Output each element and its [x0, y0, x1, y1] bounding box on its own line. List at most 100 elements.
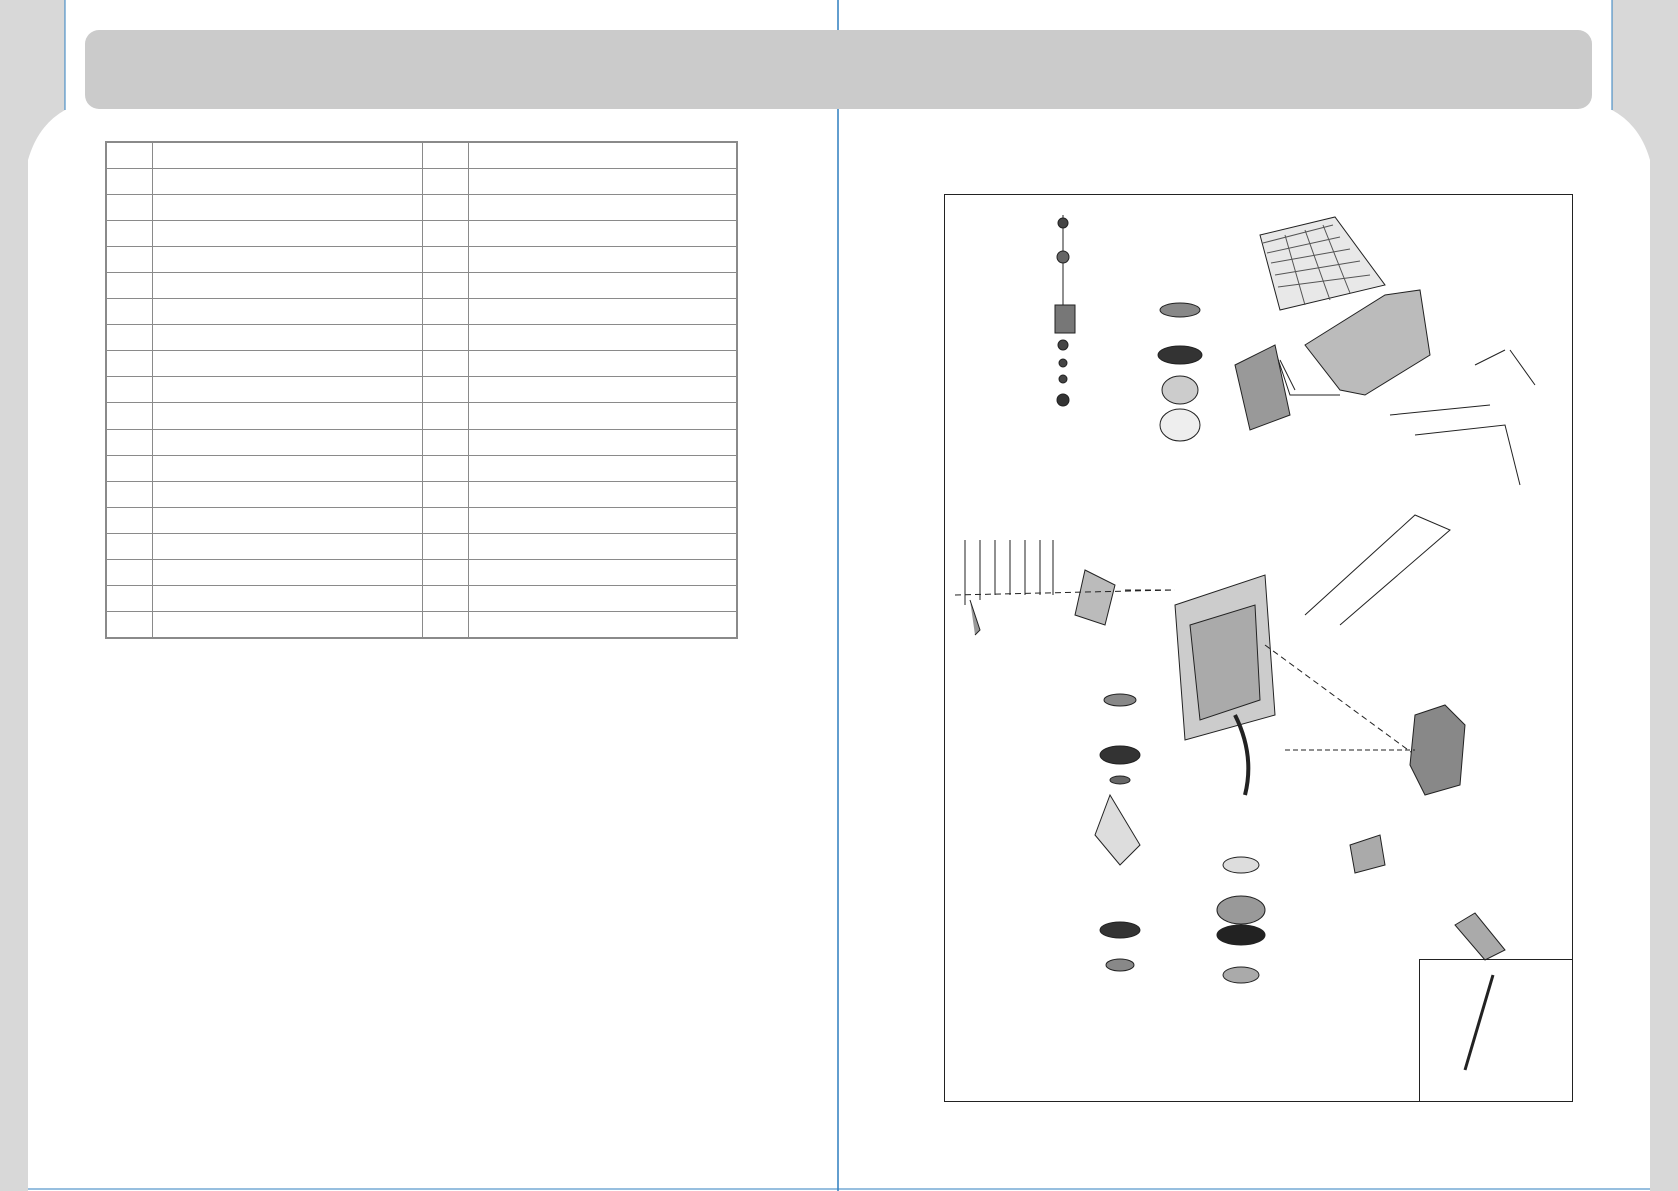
part-number-cell [105, 402, 153, 430]
table-row [105, 585, 738, 613]
wheel-stack-lower-right [1216, 856, 1266, 984]
part-number-cell [421, 454, 469, 482]
table-row [105, 454, 738, 482]
part-description-cell [151, 480, 423, 508]
part-number-cell [105, 585, 153, 613]
side-discharge-door [1349, 834, 1386, 874]
part-description-cell [467, 271, 738, 300]
front-bar [1233, 714, 1251, 796]
grass-catcher-bag [1259, 216, 1386, 311]
part-number-cell [421, 585, 469, 613]
part-number-cell [421, 611, 469, 639]
spark-plug-wrench-icon [1454, 912, 1506, 961]
part-description-cell [467, 402, 738, 430]
part-number-cell [105, 324, 153, 352]
part-number-cell [105, 245, 153, 273]
part-number-cell [421, 298, 469, 326]
part-description-cell [151, 350, 423, 378]
part-description-cell [467, 454, 738, 482]
part-number-cell [105, 376, 153, 404]
table-row [105, 428, 738, 456]
part-description-cell [467, 350, 738, 378]
table-row [105, 141, 738, 169]
parts-list-table [105, 141, 738, 639]
part-description-cell [467, 506, 738, 534]
part-description-cell [151, 376, 423, 404]
part-description-cell [151, 611, 423, 639]
part-description-cell [151, 454, 423, 482]
table-row [105, 506, 738, 534]
table-row [105, 245, 738, 273]
part-number-cell [421, 428, 469, 456]
part-description-cell [467, 298, 738, 326]
part-description-cell [151, 141, 423, 169]
part-description-cell [467, 558, 738, 587]
wheel-stack-top [1157, 302, 1203, 442]
blade-assembly-left [954, 540, 1176, 636]
table-row [105, 532, 738, 561]
part-description-cell [467, 167, 738, 195]
part-description-cell [467, 219, 738, 247]
table-row [105, 558, 738, 587]
table-row [105, 271, 738, 300]
part-number-cell [105, 350, 153, 378]
part-number-cell [105, 141, 153, 169]
part-number-cell [105, 167, 153, 195]
table-row [105, 376, 738, 404]
part-number-cell [421, 376, 469, 404]
part-description-cell [151, 402, 423, 430]
part-description-cell [467, 585, 738, 613]
mower-deck [1125, 574, 1416, 756]
part-description-cell [467, 532, 738, 561]
part-number-cell [421, 532, 469, 561]
part-description-cell [467, 376, 738, 404]
table-row [105, 480, 738, 508]
table-row [105, 611, 738, 639]
part-description-cell [151, 219, 423, 247]
accessory-inset-box [1419, 959, 1572, 1101]
part-number-cell [105, 558, 153, 587]
part-number-cell [105, 428, 153, 456]
part-description-cell [151, 558, 423, 587]
part-description-cell [467, 245, 738, 273]
part-description-cell [151, 298, 423, 326]
table-row [105, 167, 738, 195]
part-number-cell [421, 193, 469, 221]
part-number-cell [421, 558, 469, 587]
engine-top-left [1054, 215, 1076, 407]
part-number-cell [421, 480, 469, 508]
part-number-cell [105, 506, 153, 534]
part-number-cell [421, 219, 469, 247]
part-number-cell [421, 271, 469, 300]
part-description-cell [151, 193, 423, 221]
table-row [105, 219, 738, 247]
table-row [105, 298, 738, 326]
exploded-parts-diagram [944, 194, 1573, 1102]
part-description-cell [467, 480, 738, 508]
part-description-cell [467, 324, 738, 352]
part-description-cell [467, 611, 738, 639]
header-band [85, 30, 1592, 109]
table-row [105, 193, 738, 221]
part-description-cell [467, 193, 738, 221]
part-description-cell [151, 532, 423, 561]
wheel-stack-lower-left [1094, 693, 1141, 972]
table-row [105, 324, 738, 352]
part-description-cell [151, 167, 423, 195]
handle-assembly [1304, 349, 1536, 626]
discharge-chute [1234, 344, 1291, 431]
part-description-cell [151, 428, 423, 456]
part-number-cell [421, 141, 469, 169]
part-number-cell [421, 245, 469, 273]
part-description-cell [151, 245, 423, 273]
part-number-cell [105, 271, 153, 300]
part-description-cell [467, 428, 738, 456]
part-number-cell [105, 480, 153, 508]
part-number-cell [105, 298, 153, 326]
part-description-cell [151, 271, 423, 300]
part-description-cell [151, 585, 423, 613]
part-number-cell [105, 219, 153, 247]
table-row [105, 350, 738, 378]
part-number-cell [421, 350, 469, 378]
engine-right [1285, 704, 1466, 796]
